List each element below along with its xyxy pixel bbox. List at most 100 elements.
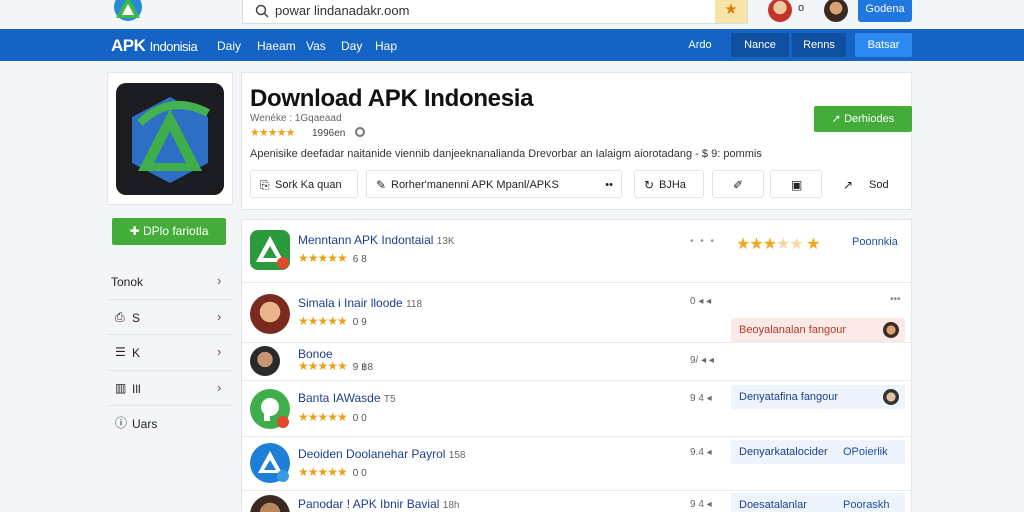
left-menu-item-uars[interactable]: ⓘ Uars (107, 406, 233, 442)
action-button-refresh[interactable]: ↻ BJHa (634, 170, 704, 198)
app-subtitle: Wenéke : 1Gqaeaad (250, 113, 342, 124)
search-input[interactable]: powar lindanadakr.oom (275, 3, 409, 18)
left-download-label: DPlo fariotla (143, 224, 209, 238)
status-badge[interactable]: Denyatafina fangour (731, 385, 905, 409)
bookmark-icon: ⎘ (260, 178, 270, 192)
list-item[interactable]: Deoiden Doolanehar Payrol 158 ★★★★★ 0 0 9… (242, 437, 911, 491)
nav-item-day[interactable]: Day (341, 39, 362, 53)
app-name[interactable]: Simala i Inair lloode 118 (298, 296, 422, 310)
status-badge[interactable]: Denyarkatalocider OPoierlik (731, 440, 905, 464)
list-item[interactable]: Bonoe ★★★★★ 9 ฿8 9/ ◂ ◂ (242, 343, 911, 381)
app-icon (250, 389, 290, 429)
download-button-label: Derhiodes (844, 113, 895, 125)
pin-icon: ✐ (733, 178, 744, 192)
search-bar[interactable]: powar lindanadakr.oom ★ (242, 0, 748, 24)
action-label: Sork Ka quan (275, 179, 342, 191)
nav-right-nance[interactable]: Nance (731, 33, 789, 57)
app-meta: 18h (442, 500, 460, 511)
chart-icon: ▥ (115, 380, 127, 395)
chevron-right-icon: › (217, 379, 222, 395)
info-icon (355, 127, 365, 137)
arrow-icon: ↗ (843, 178, 854, 192)
avatar[interactable] (768, 0, 792, 22)
status-badge[interactable]: Doesatalanlar Pooraskh (731, 493, 905, 512)
action-button-send[interactable]: ↗ Sod (828, 170, 908, 198)
badge-extra: OPoierlik (843, 446, 888, 458)
nav-item-daiy[interactable]: Daiy (217, 39, 241, 53)
status-badge[interactable]: Beoyalanalan fangour (731, 318, 905, 342)
left-download-button[interactable]: ✚ DPlo fariotla (112, 218, 226, 245)
rating-count: 1996en (312, 128, 346, 139)
nav-item-haeam[interactable]: Haeam (257, 39, 296, 53)
main-nav: APK Indonisia Daiy Haeam Vas Day Hap Ard… (0, 29, 1024, 61)
rating-stars: ★★★★★ (298, 465, 348, 479)
nav-item-vas[interactable]: Vas (306, 39, 326, 53)
avatar (883, 389, 899, 405)
badge-extra: Pooraskh (843, 499, 890, 511)
avatar (250, 346, 280, 376)
list-item[interactable]: Banta IAWasde T5 ★★★★★ 0 0 9 4 ◂ Denyataf… (242, 381, 911, 437)
left-menu-item-ill[interactable]: ▥ Ill › (107, 371, 233, 406)
app-name[interactable]: Panodar ! APK Ibnir Bavial 18h (298, 497, 459, 511)
action-label: Sod (869, 179, 889, 191)
nav-right-renns[interactable]: Renns (792, 33, 846, 57)
action-button-bookmark[interactable]: ⎘ Sork Ka quan (250, 170, 358, 198)
apk-logo-icon (132, 97, 210, 183)
chevron-right-icon: › (217, 273, 222, 288)
avatar (250, 294, 290, 334)
action-button-pin[interactable]: ✐ (712, 170, 764, 198)
search-icon (255, 4, 269, 18)
left-menu: Tonok › ⎙ S › ☰ K › ▥ Ill › ⓘ Uars (107, 264, 233, 442)
brand-sub: Indonisia (149, 39, 198, 54)
row-meta: 9/ ◂ ◂ (690, 355, 714, 366)
app-name-text: Deoiden Doolanehar Payrol (298, 447, 446, 461)
list-item[interactable]: Simala i Inair lloode 118 ★★★★★ 0 9 0 ◂ ◂… (242, 290, 911, 343)
more-dots-icon[interactable]: ••• (890, 294, 901, 305)
app-icon (250, 230, 290, 270)
left-menu-item-k[interactable]: ☰ K › (107, 335, 233, 371)
rating-number: 9 ฿8 (352, 362, 374, 373)
app-rating: ★★★★★ 0 0 (298, 465, 367, 479)
app-rating: ★★★★★ 0 0 (298, 410, 367, 424)
action-button-edit[interactable]: ✎ Rorher'manenni APK Mpanl/APKS •• (366, 170, 622, 198)
star-icon[interactable]: ★ (715, 0, 747, 23)
nav-right-ardo[interactable]: Ardo (680, 33, 720, 57)
left-menu-label: K (132, 346, 141, 360)
chevron-right-icon: › (217, 344, 222, 359)
app-icon-card (107, 72, 233, 205)
app-meta: 118 (406, 299, 423, 310)
badge-label: Doesatalanlar (739, 499, 807, 511)
app-rating: ★★★★★ 6 8 (298, 251, 367, 265)
nav-right-batsar[interactable]: Batsar (855, 33, 912, 57)
rating-label[interactable]: Poonnkia (852, 236, 898, 248)
avatar (250, 495, 290, 512)
page-title: Download APK Indonesia (250, 85, 534, 112)
list-icon: ☰ (115, 345, 126, 359)
left-menu-item-s[interactable]: ⎙ S › (107, 300, 233, 335)
rating-number: 0 9 (352, 317, 367, 328)
app-list: Menntann APK Indontaial 13K ★★★★★ 6 8 • •… (241, 219, 912, 512)
more-icon: •• (605, 179, 613, 191)
nav-item-hap[interactable]: Hap (375, 39, 397, 53)
left-menu-item-tonok[interactable]: Tonok › (107, 264, 233, 300)
left-menu-label: S (132, 310, 141, 325)
app-rating: ★★★★★ 9 ฿8 (298, 359, 373, 373)
app-name[interactable]: Banta IAWasde T5 (298, 391, 396, 405)
app-name-text: Menntann APK Indontaial (298, 233, 434, 247)
brand-logo[interactable]: APK Indonisia (111, 36, 198, 56)
app-logo-icon[interactable] (111, 0, 145, 22)
download-button[interactable]: ➚ Derhiodes (814, 106, 912, 132)
app-name[interactable]: Deoiden Doolanehar Payrol 158 (298, 447, 465, 461)
top-action-button[interactable]: Godena (858, 0, 912, 22)
row-meta: 9.4 ◂ (690, 447, 712, 458)
list-item[interactable]: Menntann APK Indontaial 13K ★★★★★ 6 8 • •… (242, 220, 911, 283)
app-name-text: Banta IAWasde (298, 391, 381, 405)
app-icon (250, 443, 290, 483)
app-name[interactable]: Menntann APK Indontaial 13K (298, 233, 455, 247)
rating-number: 6 8 (352, 254, 367, 265)
row-meta: 0 ◂ ◂ (690, 296, 712, 307)
more-dots-icon[interactable]: • • • (690, 236, 716, 247)
list-item[interactable]: Panodar ! APK Ibnir Bavial 18h 9 4 ◂ Doe… (242, 491, 911, 512)
action-button-square[interactable]: ▣ (770, 170, 822, 198)
avatar[interactable] (824, 0, 848, 22)
